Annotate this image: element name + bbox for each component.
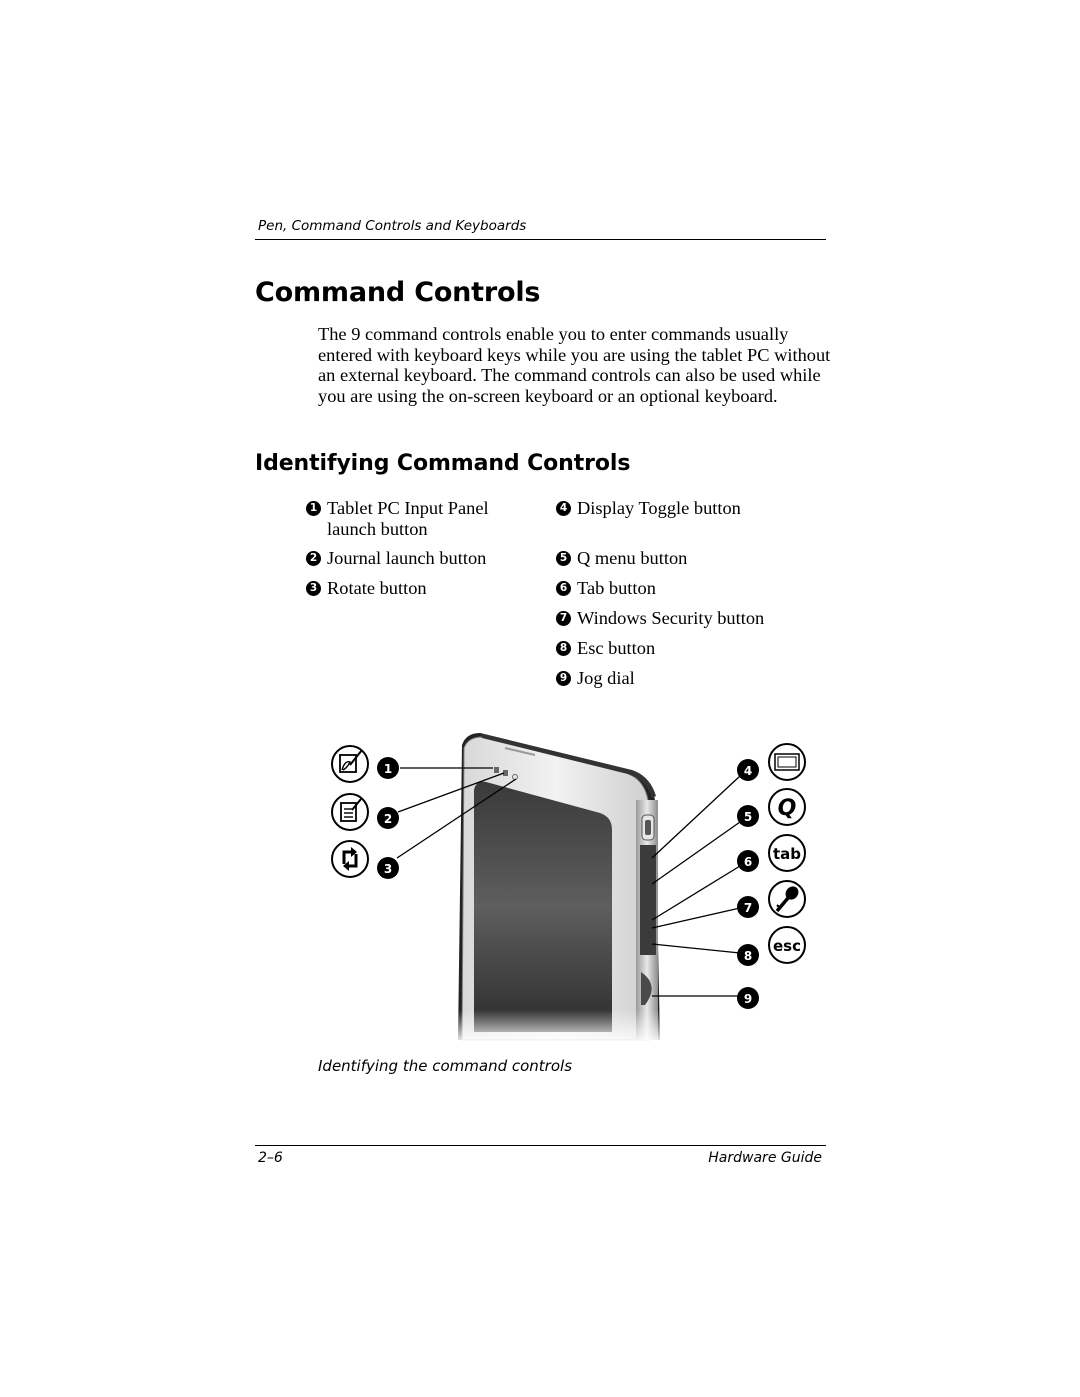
q-menu-icon: Q [768,788,806,826]
footer-rule [255,1145,826,1146]
callout-number: 9 [556,671,571,686]
callout-1: 1 [377,757,399,779]
list-item-label: Esc button [577,638,656,658]
callout-2: 2 [377,807,399,829]
callout-number: 1 [306,501,321,516]
list-item: 7 Windows Security button [556,608,764,629]
callout-number: 4 [744,764,752,778]
esc-icon: esc [768,926,806,964]
callout-number: 7 [556,611,571,626]
page-number: 2–6 [258,1150,283,1166]
running-head: Pen, Command Controls and Keyboards [258,218,527,234]
callout-number: 8 [556,641,571,656]
journal-icon [331,793,369,831]
callout-number: 2 [306,551,321,566]
input-panel-icon [331,745,369,783]
list-item: 1 Tablet PC Input Panel launch button [306,498,526,539]
tab-glyph: tab [773,845,801,863]
callout-7: 7 [737,896,759,918]
callout-number: 3 [306,581,321,596]
callout-number: 9 [744,992,752,1006]
callout-9: 9 [737,987,759,1009]
intro-paragraph: The 9 command controls enable you to ent… [318,324,831,406]
list-item-label: Tab button [577,578,656,598]
callout-number: 3 [384,862,392,876]
list-item: 6 Tab button [556,578,656,599]
rotate-icon [331,840,369,878]
callout-6: 6 [737,850,759,872]
callout-8: 8 [737,944,759,966]
figure-caption: Identifying the command controls [318,1057,573,1075]
page-title: Command Controls [255,277,541,308]
header-rule [255,239,826,240]
key-icon [768,880,806,918]
callout-5: 5 [737,805,759,827]
callout-number: 7 [744,901,752,915]
display-toggle-icon [768,743,806,781]
list-item: 2 Journal launch button [306,548,486,569]
callout-number: 5 [556,551,571,566]
list-item-label: Journal launch button [327,548,487,568]
list-item: 9 Jog dial [556,668,635,689]
list-item: 3 Rotate button [306,578,427,599]
callout-number: 1 [384,762,392,776]
list-item-label: Jog dial [577,668,635,688]
command-controls-figure: 1 2 3 4 5 6 7 8 9 Q tab esc [331,733,806,1045]
esc-glyph: esc [773,937,801,955]
callout-number: 6 [744,855,752,869]
list-item: 5 Q menu button [556,548,687,569]
q-menu-glyph: Q [778,796,797,821]
book-title: Hardware Guide [708,1150,822,1166]
list-item-label: Tablet PC Input Panel launch button [327,498,489,539]
list-item: 8 Esc button [556,638,655,659]
list-item: 4 Display Toggle button [556,498,741,519]
list-item-label: Rotate button [327,578,427,598]
list-item-label: Display Toggle button [577,498,741,518]
callout-number: 6 [556,581,571,596]
tab-icon: tab [768,834,806,872]
callout-number: 8 [744,949,752,963]
callout-3: 3 [377,857,399,879]
section-heading: Identifying Command Controls [255,451,631,476]
callout-number: 4 [556,501,571,516]
list-item-label: Q menu button [577,548,688,568]
callout-number: 2 [384,812,392,826]
callout-number: 5 [744,810,752,824]
callout-4: 4 [737,759,759,781]
list-item-label: Windows Security button [577,608,765,628]
